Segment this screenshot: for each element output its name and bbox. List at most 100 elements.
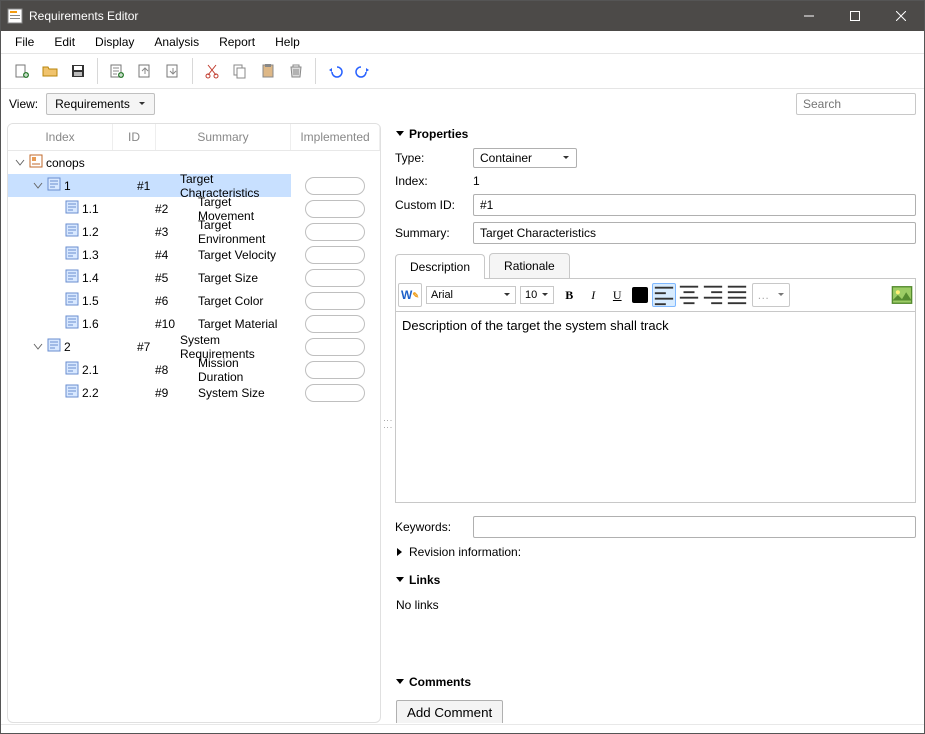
align-center-button[interactable]: [678, 283, 700, 305]
index-value: 1: [473, 174, 916, 188]
menu-analysis[interactable]: Analysis: [144, 32, 209, 52]
word-icon[interactable]: W✎: [398, 283, 422, 307]
save-button[interactable]: [65, 58, 91, 84]
keywords-input[interactable]: [473, 516, 916, 538]
row-summary: Target Color: [194, 289, 291, 312]
cut-button[interactable]: [199, 58, 225, 84]
more-formatting-button[interactable]: …: [752, 283, 790, 307]
properties-heading[interactable]: Properties: [395, 123, 916, 145]
search-input[interactable]: [796, 93, 916, 115]
align-right-button[interactable]: [702, 283, 724, 305]
paste-button[interactable]: [255, 58, 281, 84]
implemented-pill[interactable]: [305, 315, 365, 333]
insert-image-button[interactable]: [891, 284, 913, 306]
tree-row[interactable]: 1.5#6Target Color: [8, 289, 380, 312]
add-requirement-button[interactable]: [104, 58, 130, 84]
customid-input[interactable]: [473, 194, 916, 216]
row-type-icon: [65, 292, 79, 309]
tree-row[interactable]: 1.4#5Target Size: [8, 266, 380, 289]
menu-report[interactable]: Report: [209, 32, 265, 52]
view-combo[interactable]: Requirements: [46, 93, 155, 115]
redo-button[interactable]: [350, 58, 376, 84]
tree-header-implemented[interactable]: Implemented: [291, 124, 380, 150]
disclose-right-icon: [395, 547, 405, 557]
implemented-pill[interactable]: [305, 223, 365, 241]
implemented-pill[interactable]: [305, 292, 365, 310]
tree-header-index[interactable]: Index: [8, 124, 113, 150]
new-requirement-set-button[interactable]: [9, 58, 35, 84]
row-implemented: [291, 289, 380, 312]
color-swatch-button[interactable]: [632, 287, 648, 303]
summary-input[interactable]: [473, 222, 916, 244]
row-summary: Mission Duration: [194, 358, 291, 381]
expander-icon[interactable]: [32, 341, 44, 353]
row-type-icon: [65, 384, 79, 401]
description-tabs: Description Rationale: [395, 253, 916, 279]
promote-button[interactable]: [132, 58, 158, 84]
app-icon: [7, 8, 23, 24]
tree-row[interactable]: 1.1#2Target Movement: [8, 197, 380, 220]
keywords-label: Keywords:: [395, 520, 463, 534]
undo-button[interactable]: [322, 58, 348, 84]
type-combo[interactable]: Container: [473, 148, 577, 168]
tab-description[interactable]: Description: [395, 254, 485, 279]
expander-icon[interactable]: [14, 157, 26, 169]
implemented-pill[interactable]: [305, 177, 365, 195]
add-comment-button[interactable]: Add Comment: [396, 700, 503, 723]
disclose-down-icon: [395, 677, 405, 687]
font-size-combo[interactable]: 10: [520, 286, 554, 304]
row-type-icon: [65, 269, 79, 286]
demote-button[interactable]: [160, 58, 186, 84]
copy-button[interactable]: [227, 58, 253, 84]
row-summary: Target Environment: [194, 220, 291, 243]
summary-label: Summary:: [395, 226, 463, 240]
comments-heading[interactable]: Comments: [395, 671, 916, 693]
row-implemented: [291, 335, 380, 358]
font-family-combo[interactable]: Arial: [426, 286, 516, 304]
tree-row[interactable]: 2#7System Requirements: [8, 335, 380, 358]
view-row: View: Requirements: [1, 89, 924, 119]
menu-help[interactable]: Help: [265, 32, 310, 52]
implemented-pill[interactable]: [305, 338, 365, 356]
row-index: 1.3: [82, 248, 99, 262]
implemented-pill[interactable]: [305, 246, 365, 264]
tree-row[interactable]: 1#1Target Characteristics: [8, 174, 380, 197]
implemented-pill[interactable]: [305, 361, 365, 379]
tab-rationale[interactable]: Rationale: [489, 253, 570, 278]
splitter[interactable]: ⋮⋮: [385, 119, 391, 727]
row-index: 1.1: [82, 202, 99, 216]
tree-row[interactable]: 2.1#8Mission Duration: [8, 358, 380, 381]
align-justify-button[interactable]: [726, 283, 748, 305]
row-implemented: [291, 174, 380, 197]
revision-info-heading[interactable]: Revision information:: [395, 541, 916, 563]
implemented-pill[interactable]: [305, 200, 365, 218]
bold-button[interactable]: B: [558, 284, 580, 306]
underline-button[interactable]: U: [606, 284, 628, 306]
close-button[interactable]: [878, 1, 924, 31]
open-button[interactable]: [37, 58, 63, 84]
row-type-icon: [47, 338, 61, 355]
tree-row[interactable]: 1.2#3Target Environment: [8, 220, 380, 243]
row-type-icon: [47, 177, 61, 194]
implemented-pill[interactable]: [305, 269, 365, 287]
delete-button[interactable]: [283, 58, 309, 84]
expander-icon[interactable]: [32, 180, 44, 192]
menu-display[interactable]: Display: [85, 32, 144, 52]
properties-panel: Properties Type: Container Index: 1 Cust…: [395, 123, 916, 723]
chevron-down-icon: [777, 291, 785, 299]
italic-button[interactable]: I: [582, 284, 604, 306]
align-left-button[interactable]: [652, 283, 676, 307]
links-heading[interactable]: Links: [395, 569, 916, 591]
minimize-button[interactable]: [786, 1, 832, 31]
maximize-button[interactable]: [832, 1, 878, 31]
tree-row[interactable]: 1.3#4Target Velocity: [8, 243, 380, 266]
menu-edit[interactable]: Edit: [44, 32, 85, 52]
description-textarea[interactable]: Description of the target the system sha…: [395, 312, 916, 503]
tree-header-summary[interactable]: Summary: [156, 124, 291, 150]
tree-row[interactable]: 2.2#9System Size: [8, 381, 380, 404]
menu-file[interactable]: File: [5, 32, 44, 52]
row-type-icon: [29, 154, 43, 171]
implemented-pill[interactable]: [305, 384, 365, 402]
tree-header-id[interactable]: ID: [113, 124, 156, 150]
row-index: 1.2: [82, 225, 99, 239]
